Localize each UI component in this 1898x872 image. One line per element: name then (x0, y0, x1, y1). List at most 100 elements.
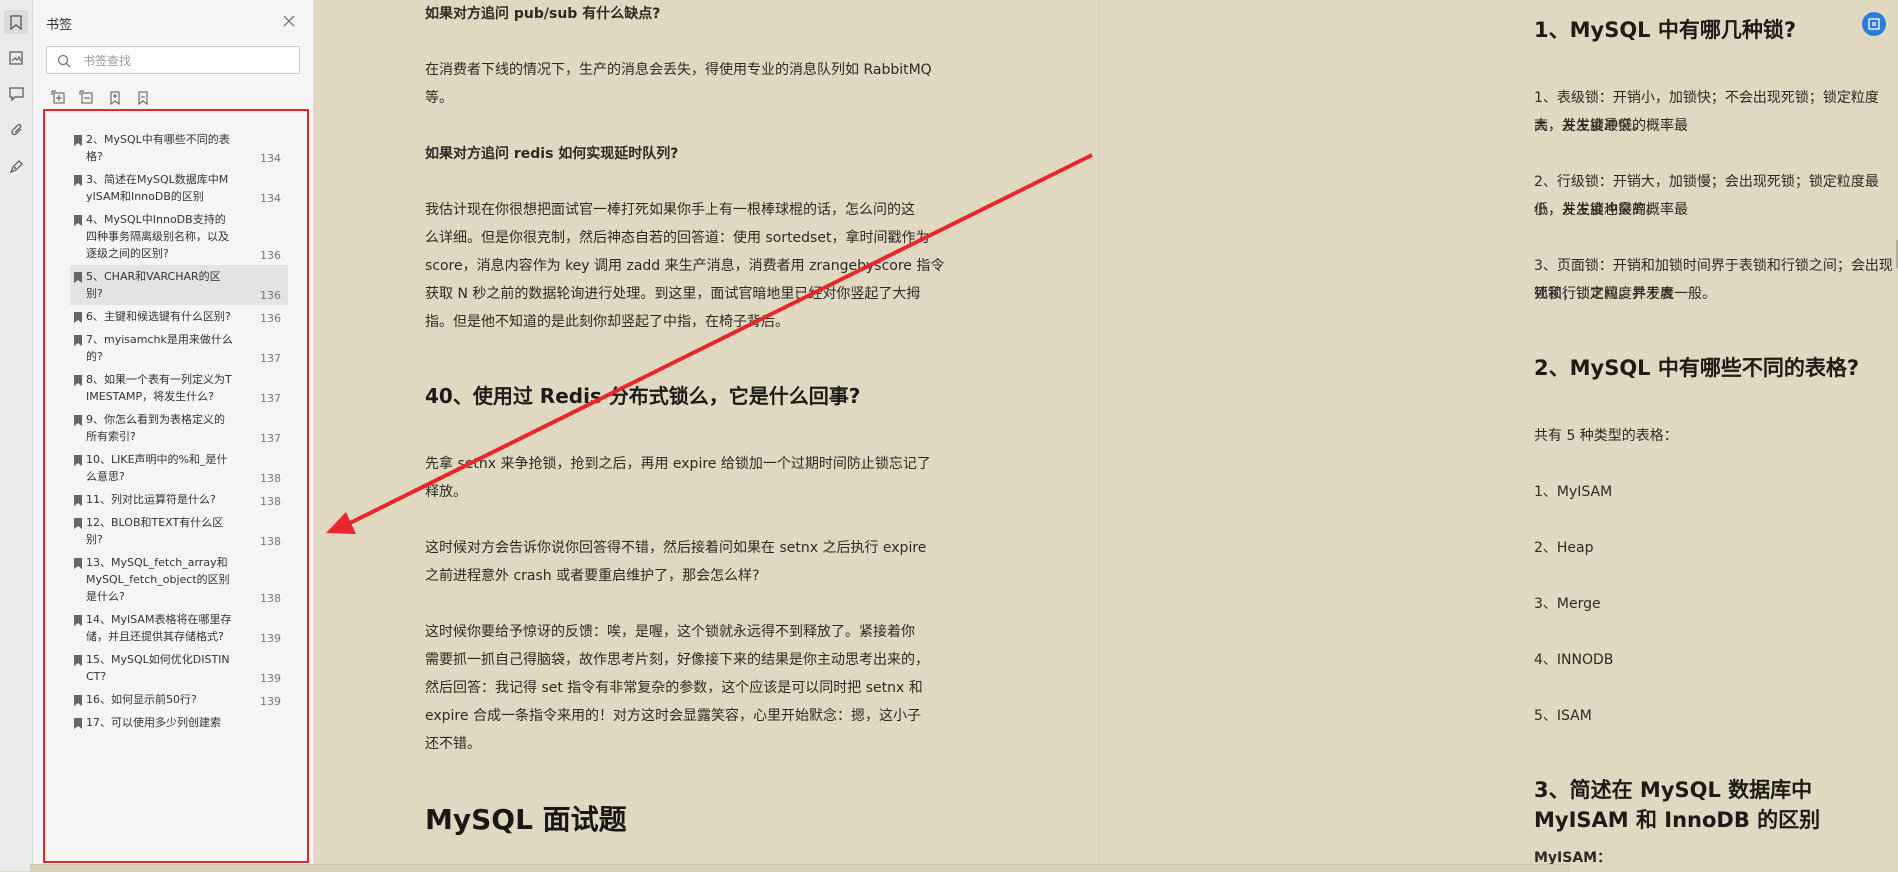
paragraph-line: 我估计现在你很想把面试官一棒打死如果你手上有一根棒球棍的话，怎么问的这 (425, 202, 915, 218)
bookmark-icon (74, 615, 82, 626)
thumbnail-icon[interactable] (4, 46, 28, 70)
bookmark-icon (74, 655, 82, 666)
paragraph-line: expire 合成一条指令来用的！对方这时会显露笑容，心里开始默念：摁，这小子 (425, 708, 921, 724)
collapse-all-icon[interactable] (79, 90, 95, 106)
bookmark-page: 139 (260, 695, 281, 708)
table-type: 2、Heap (1534, 540, 1594, 556)
bookmark-label: 16、如何显示前50行? (86, 693, 197, 706)
bookmark-item-selected[interactable]: 5、CHAR和VARCHAR的区别? 136 (70, 265, 288, 305)
section-title: MySQL 面试题 (425, 803, 627, 836)
table-type: 3、Merge (1534, 596, 1601, 612)
bookmark-label: 5、CHAR和VARCHAR的区别? (86, 270, 221, 300)
bookmark-page: 137 (260, 432, 281, 445)
close-icon[interactable] (280, 12, 298, 30)
bookmark-label: 4、MySQL中InnoDB支持的四种事务隔离级别名称，以及逐级之间的区别? (86, 213, 229, 260)
paragraph-line: 共有 5 种类型的表格： (1534, 428, 1678, 444)
paragraph-line: 释放。 (425, 484, 467, 500)
paragraph-line: 这时候对方会告诉你说你回答得不错，然后接着问如果在 setnx 之后执行 exp… (425, 540, 927, 556)
bookmark-page: 139 (260, 632, 281, 645)
paragraph-line: 这时候你要给予惊讶的反馈：唉，是喔，这个锁就永远得不到释放了。紧接着你 (425, 624, 915, 640)
bookmark-icon[interactable] (4, 10, 28, 34)
bookmark-page: 138 (260, 495, 281, 508)
bookmark-icon (74, 312, 82, 323)
search-icon (57, 53, 71, 72)
bookmark-item[interactable]: 3、简述在MySQL数据库中MyISAM和InnoDB的区别 134 (70, 168, 288, 208)
bookmark-item[interactable]: 13、MySQL_fetch_array和MySQL_fetch_object的… (70, 551, 288, 608)
bookmark-label: 7、myisamchk是用来做什么的? (86, 333, 233, 363)
bookmark-search-input[interactable] (81, 51, 295, 71)
paragraph-line: 高，并发度最低。 (1534, 118, 1646, 134)
bookmark-item[interactable]: 17、可以使用多少列创建索 (70, 711, 288, 734)
bookmark-toolbar (51, 90, 151, 108)
page-tools-icon[interactable] (1862, 12, 1886, 36)
paragraph-line: 然后回答：我记得 set 指令有非常复杂的参数，这个应该是可以同时把 setnx… (425, 680, 923, 696)
bookmark-item[interactable]: 14、MyISAM表格将在哪里存储，并且还提供其存储格式? 139 (70, 608, 288, 648)
bookmark-page: 136 (260, 312, 281, 325)
expand-all-icon[interactable] (51, 90, 67, 106)
bookmark-label: 6、主键和候选键有什么区别? (86, 310, 231, 323)
bookmark-label: 3、简述在MySQL数据库中MyISAM和InnoDB的区别 (86, 173, 229, 203)
add-bookmark-icon[interactable] (107, 90, 123, 106)
bookmark-list: 2、MySQL中有哪些不同的表格? 134 3、简述在MySQL数据库中MyISA… (43, 109, 309, 863)
bookmark-item[interactable]: 15、MySQL如何优化DISTINCT? 139 (70, 648, 288, 688)
question-delay-queue: 如果对方追问 redis 如何实现延时队列? (425, 146, 679, 162)
panel-title: 书签 (46, 18, 73, 33)
document-view[interactable]: 如果对方追问 pub/sub 有什么缺点? 在消费者下线的情况下，生产的消息会丢… (314, 0, 1898, 871)
bookmark-page: 134 (260, 192, 281, 205)
paragraph-line: 锁和行锁之间，并发度一般。 (1534, 286, 1716, 302)
bookmark-item[interactable]: 6、主键和候选键有什么区别? 136 (70, 305, 288, 328)
bookmark-label: 9、你怎么看到为表格定义的所有索引? (86, 413, 225, 443)
paragraph-line: 之前进程意外 crash 或者要重启维护了，那会怎么样? (425, 568, 760, 584)
bookmark-icon (74, 215, 82, 226)
paragraph-line: score，消息内容作为 key 调用 zadd 来生产消息，消费者用 zran… (425, 258, 945, 274)
bookmark-label: 10、LIKE声明中的%和_是什么意思? (86, 453, 228, 483)
document-page-left: 如果对方追问 pub/sub 有什么缺点? 在消费者下线的情况下，生产的消息会丢… (314, 0, 1098, 871)
comment-icon[interactable] (4, 82, 28, 106)
bookmark-icon (74, 695, 82, 706)
bookmark-page: 136 (260, 249, 281, 262)
bookmark-icon (74, 495, 82, 506)
paragraph-line: 指。但是他不知道的是此刻你却竖起了中指，在椅子背后。 (425, 314, 789, 330)
bookmark-item[interactable]: 7、myisamchk是用来做什么的? 137 (70, 328, 288, 368)
bookmark-label: 13、MySQL_fetch_array和MySQL_fetch_object的… (86, 556, 230, 603)
bookmark-item[interactable]: 4、MySQL中InnoDB支持的四种事务隔离级别名称，以及逐级之间的区别? 13… (70, 208, 288, 265)
bookmark-label: 17、可以使用多少列创建索 (86, 716, 221, 729)
bookmark-settings-icon[interactable] (135, 90, 151, 106)
bookmark-icon (74, 558, 82, 569)
paragraph-line: 等。 (425, 90, 453, 106)
table-type: 5、ISAM (1534, 708, 1592, 724)
bookmark-item[interactable]: 2、MySQL中有哪些不同的表格? 134 (70, 128, 288, 168)
bookmark-item[interactable]: 9、你怎么看到为表格定义的所有索引? 137 (70, 408, 288, 448)
question-pubsub: 如果对方追问 pub/sub 有什么缺点? (425, 6, 661, 22)
left-icon-rail (0, 0, 33, 871)
attachment-icon[interactable] (4, 118, 28, 142)
bookmark-page: 138 (260, 535, 281, 548)
bookmark-item[interactable]: 16、如何显示前50行? 139 (70, 688, 288, 711)
bookmark-icon (74, 718, 82, 729)
heading-locks: 1、MySQL 中有哪几种锁? (1534, 18, 1797, 42)
bookmark-page: 137 (260, 392, 281, 405)
bookmark-icon (74, 135, 82, 146)
bookmark-label: 15、MySQL如何优化DISTINCT? (86, 653, 230, 683)
bookmark-page: 134 (260, 152, 281, 165)
bookmark-panel: 书签 2、MySQL中有哪些不同的表格? 134 3、简述在MySQL数据库中My… (33, 0, 314, 871)
bookmark-label: 11、列对比运算符是什么? (86, 493, 216, 506)
bookmark-label: 8、如果一个表有一列定义为TIMESTAMP，将发生什么? (86, 373, 232, 403)
bookmark-icon (74, 375, 82, 386)
paragraph-line: 还不错。 (425, 736, 481, 752)
bookmark-icon (74, 518, 82, 529)
signature-icon[interactable] (4, 154, 28, 178)
table-type: 4、INNODB (1534, 652, 1614, 668)
bookmark-item[interactable]: 12、BLOB和TEXT有什么区别? 138 (70, 511, 288, 551)
document-page-right: 1、MySQL 中有哪几种锁? 1、表级锁：开销小，加锁快；不会出现死锁；锁定粒… (1099, 0, 1898, 871)
bookmark-label: 14、MyISAM表格将在哪里存储，并且还提供其存储格式? (86, 613, 232, 643)
paragraph-line: 获取 N 秒之前的数据轮询进行处理。到这里，面试官暗地里已经对你竖起了大拇 (425, 286, 921, 302)
bookmark-item[interactable]: 10、LIKE声明中的%和_是什么意思? 138 (70, 448, 288, 488)
bookmark-search-box (46, 46, 300, 74)
bookmark-icon (74, 455, 82, 466)
bookmark-page: 137 (260, 352, 281, 365)
bookmark-page: 139 (260, 672, 281, 685)
bookmark-item[interactable]: 11、列对比运算符是什么? 138 (70, 488, 288, 511)
paragraph-line: 么详细。但是你很克制，然后神态自若的回答道：使用 sortedset，拿时间戳作… (425, 230, 930, 246)
bookmark-item[interactable]: 8、如果一个表有一列定义为TIMESTAMP，将发生什么? 137 (70, 368, 288, 408)
